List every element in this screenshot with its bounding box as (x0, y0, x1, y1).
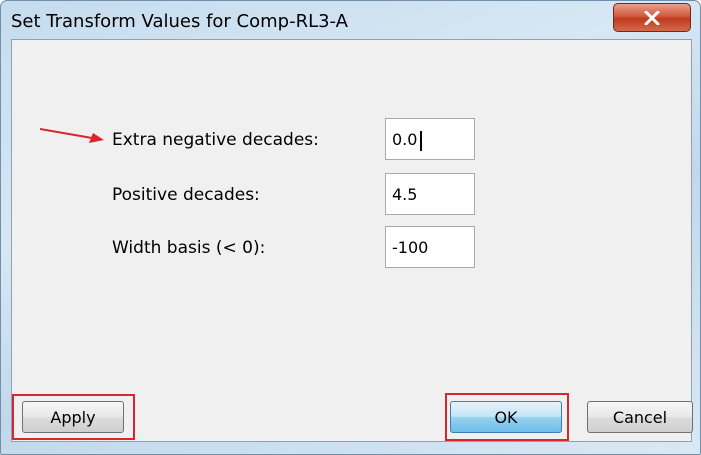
dialog-body: Extra negative decades: Positive decades… (11, 39, 693, 442)
dialog-window: Set Transform Values for Comp-RL3-A Extr… (0, 0, 701, 455)
width-basis-label: Width basis (< 0): (112, 238, 266, 258)
dialog-title: Set Transform Values for Comp-RL3-A (11, 11, 348, 32)
width-basis-input[interactable] (385, 226, 475, 268)
apply-button[interactable]: Apply (22, 401, 124, 433)
extra-negative-decades-input[interactable] (385, 118, 475, 160)
extra-negative-decades-label: Extra negative decades: (112, 130, 319, 150)
red-arrow-icon (40, 128, 104, 143)
close-icon (644, 10, 660, 25)
positive-decades-input[interactable] (385, 173, 475, 215)
cancel-button[interactable]: Cancel (587, 401, 693, 433)
positive-decades-label: Positive decades: (112, 185, 260, 205)
close-button[interactable] (613, 3, 691, 32)
title-bar[interactable]: Set Transform Values for Comp-RL3-A (1, 1, 700, 41)
ok-button[interactable]: OK (450, 401, 562, 433)
text-caret (420, 131, 422, 151)
